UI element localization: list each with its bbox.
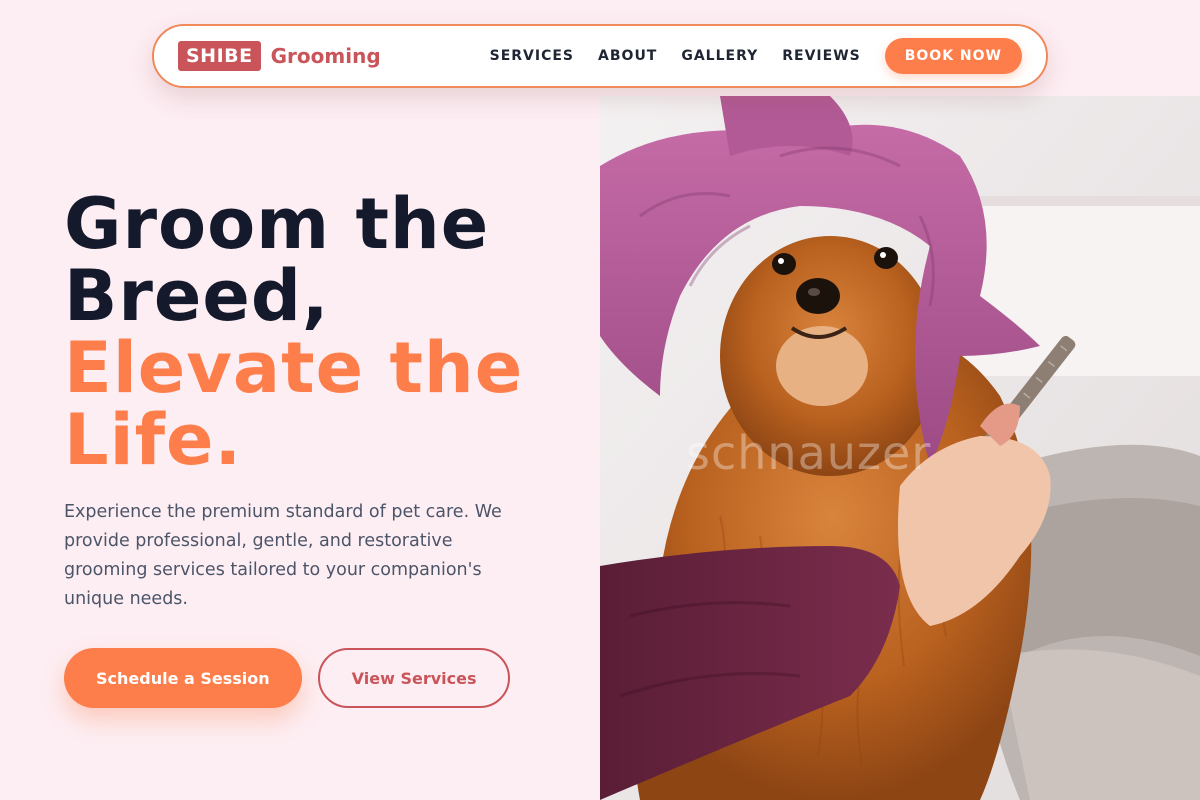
hero-section: Groom the Breed, Elevate the Life. Exper…: [64, 188, 584, 708]
nav-link-about[interactable]: ABOUT: [598, 48, 657, 64]
hero-description: Experience the premium standard of pet c…: [64, 502, 502, 609]
hero-image: schnauzer: [600, 96, 1200, 800]
brand-logo[interactable]: SHIBE Grooming: [178, 41, 381, 71]
nav-links: SERVICES ABOUT GALLERY REVIEWS: [490, 48, 861, 64]
headline-line-1: Groom the: [64, 183, 490, 265]
book-now-button[interactable]: BOOK NOW: [884, 38, 1022, 74]
view-services-button[interactable]: View Services: [317, 648, 511, 708]
headline-line-2: Breed,: [64, 255, 330, 337]
hero-cta-row: Schedule a Session View Services: [64, 648, 584, 708]
schedule-session-button[interactable]: Schedule a Session: [64, 648, 302, 708]
headline-accent-line-2: Life.: [64, 399, 243, 481]
nav-link-services[interactable]: SERVICES: [490, 48, 574, 64]
top-navbar: SHIBE Grooming SERVICES ABOUT GALLERY RE…: [152, 24, 1048, 88]
brand-badge: SHIBE: [178, 41, 261, 71]
headline-accent-line-1: Elevate the: [64, 327, 524, 409]
image-watermark: schnauzer: [686, 426, 932, 480]
brand-name: Grooming: [270, 44, 381, 68]
nav-link-gallery[interactable]: GALLERY: [681, 48, 758, 64]
nav-link-reviews[interactable]: REVIEWS: [782, 48, 860, 64]
hero-headline: Groom the Breed, Elevate the Life.: [64, 188, 584, 476]
